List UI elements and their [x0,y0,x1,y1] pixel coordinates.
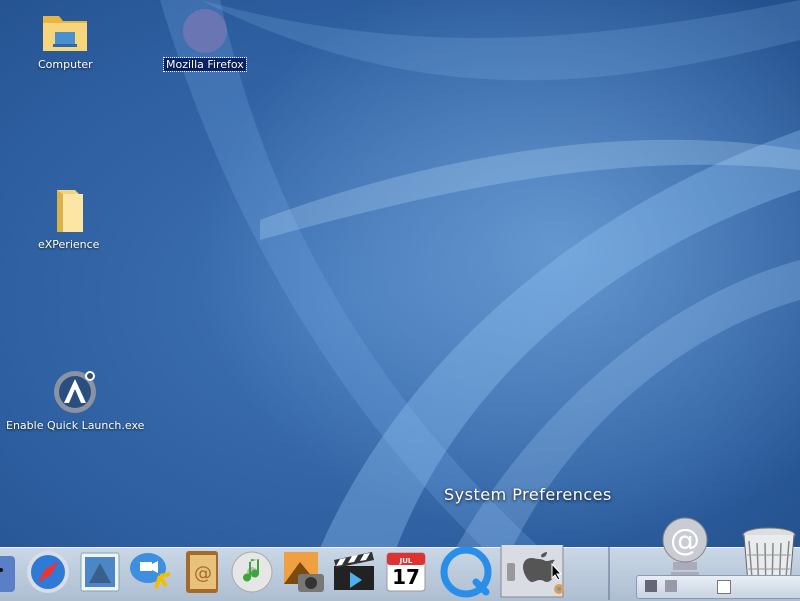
mail-icon[interactable] [74,546,126,598]
iphoto-icon[interactable] [278,546,330,598]
folder-icon [41,186,97,236]
list-icon[interactable] [665,580,677,592]
firefox-icon [177,6,233,56]
address-book-icon[interactable]: @ [176,546,228,598]
volume-icon[interactable] [645,580,657,592]
desktop-icon-experience[interactable]: eXPerience [36,186,101,251]
ical-icon[interactable]: JUL 17 [380,546,432,598]
desktop-icon-label: eXPerience [38,238,100,251]
folder-icon [37,6,93,56]
aim-icon [47,367,103,417]
svg-text:@: @ [670,523,700,558]
imovie-icon[interactable] [328,546,380,598]
desktop-icon-label: Mozilla Firefox [163,57,247,72]
itunes-icon[interactable] [226,546,278,598]
desktop-icon-label: Computer [38,58,93,71]
safari-icon[interactable] [22,546,74,598]
desktop-icon-enable-quick-launch[interactable]: Enable Quick Launch.exe [4,367,146,432]
ichat-icon[interactable] [124,546,176,598]
desktop-icon-label: Enable Quick Launch.exe [6,419,145,432]
desktop-wallpaper [160,0,800,600]
system-tray [636,575,800,599]
desktop-icon-computer[interactable]: Computer [36,6,95,71]
document-icon[interactable] [717,580,731,594]
calendar-day: 17 [392,565,420,589]
svg-text:@: @ [194,563,212,584]
quicktime-icon[interactable] [440,546,492,598]
desktop-icon-mozilla-firefox[interactable]: Mozilla Firefox [163,6,247,72]
mouse-cursor-icon [550,562,564,582]
finder-icon[interactable] [0,546,20,598]
dock-tooltip: System Preferences [444,485,612,504]
dock-separator [608,547,610,600]
calendar-month: JUL [399,557,413,565]
